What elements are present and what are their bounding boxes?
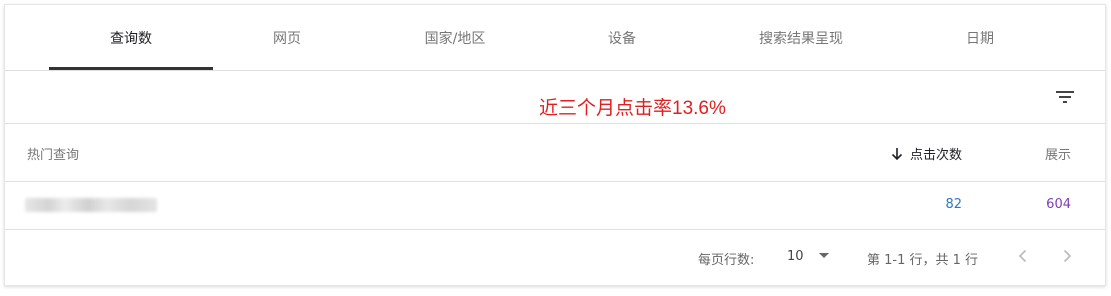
tab-pages[interactable]: 网页 (205, 5, 369, 70)
table-header: 热门查询 点击次数 展示 (5, 124, 1105, 182)
caret-down-icon (818, 253, 829, 258)
rows-per-page-select[interactable]: 10 (787, 245, 830, 267)
column-header-clicks-label: 点击次数 (909, 148, 962, 163)
arrow-down-icon (891, 147, 903, 160)
performance-table-card: 查询数 网页 国家/地区 设备 搜索结果呈现 日期 近三个月点击率13.6% 热… (4, 4, 1106, 286)
pagination-bar: 每页行数: 10 第 1-1 行，共 1 行 (5, 230, 1105, 286)
column-header-impressions[interactable]: 展示 (1045, 144, 1071, 163)
dimension-tabs: 查询数 网页 国家/地区 设备 搜索结果呈现 日期 (5, 5, 1105, 71)
tab-search-appearance[interactable]: 搜索结果呈现 (719, 5, 883, 70)
table-toolbar: 近三个月点击率13.6% (5, 71, 1105, 124)
column-header-query: 热门查询 (27, 148, 80, 163)
next-page-button[interactable] (1057, 246, 1077, 266)
previous-page-button[interactable] (1013, 246, 1033, 266)
filter-button[interactable] (1053, 85, 1077, 109)
redacted-query (25, 198, 157, 212)
ctr-annotation: 近三个月点击率13.6% (539, 98, 726, 119)
cell-impressions: 604 (1046, 197, 1071, 212)
tab-queries[interactable]: 查询数 (49, 5, 213, 70)
tab-dates[interactable]: 日期 (898, 5, 1062, 70)
tab-devices[interactable]: 设备 (540, 5, 704, 70)
cell-clicks: 82 (945, 197, 962, 212)
column-header-clicks[interactable]: 点击次数 (890, 144, 962, 163)
tab-countries[interactable]: 国家/地区 (373, 5, 537, 70)
pagination-range: 第 1-1 行，共 1 行 (867, 253, 979, 268)
rows-per-page-value: 10 (787, 248, 804, 264)
filter-icon (1056, 91, 1074, 103)
chevron-right-icon (1063, 249, 1072, 263)
rows-per-page-label: 每页行数: (698, 253, 755, 268)
table-row[interactable]: 82 604 (5, 182, 1105, 230)
chevron-left-icon (1018, 249, 1027, 263)
active-tab-indicator (49, 67, 213, 70)
